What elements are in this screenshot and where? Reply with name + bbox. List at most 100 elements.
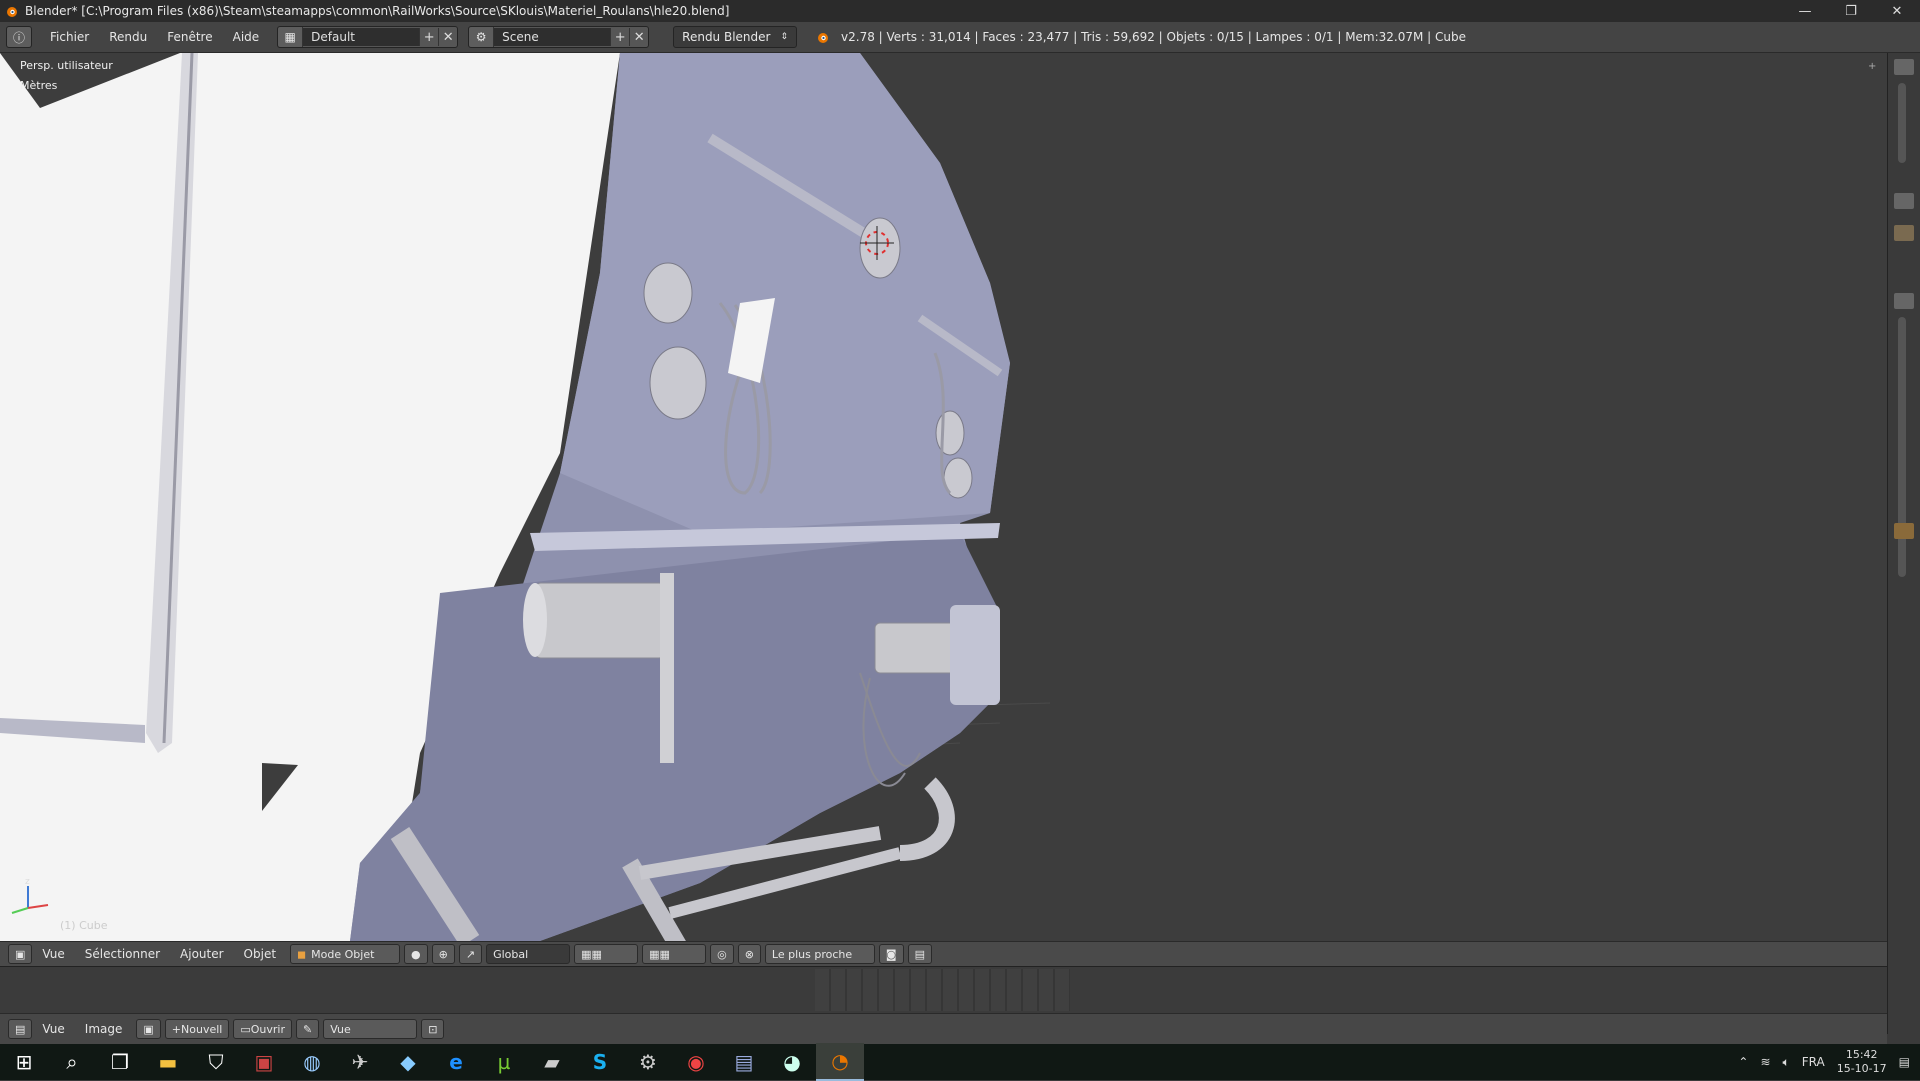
layout-selector[interactable]: ▦ Default + ✕ bbox=[277, 26, 459, 48]
system-tray: ⌃ ≋ 🔈︎ FRA 15:42 15-10-17 ▤ bbox=[1732, 1044, 1920, 1080]
editor-type-image-button[interactable]: ▤ bbox=[8, 1019, 33, 1039]
object-tab-icon[interactable] bbox=[1894, 523, 1914, 539]
3d-viewport[interactable]: z Persp. utilisateur Mètres (1) Cube + bbox=[0, 53, 1887, 941]
region-expand-icon[interactable]: + bbox=[1868, 61, 1880, 73]
menu-image-vue[interactable]: Vue bbox=[32, 1022, 74, 1036]
add-scene-button[interactable]: + bbox=[610, 28, 629, 46]
taskbar-explorer[interactable]: ▬ bbox=[144, 1044, 192, 1080]
buffer-beam bbox=[350, 533, 1000, 941]
editor-type-selector[interactable]: ⓘ bbox=[6, 26, 32, 48]
object-mode-icon: ◼ bbox=[297, 947, 307, 961]
taskbar-chrome[interactable]: ◉ bbox=[672, 1044, 720, 1080]
taskbar-app-6[interactable]: ▤ bbox=[720, 1044, 768, 1080]
menu-vue[interactable]: Vue bbox=[32, 947, 74, 961]
task-view-button[interactable]: ❐ bbox=[96, 1044, 144, 1080]
window-title: Blender* [C:\Program Files (x86)\Steam\s… bbox=[25, 4, 730, 18]
shading-selector[interactable]: ● bbox=[404, 944, 428, 964]
manipulator-toggle[interactable]: ↗ bbox=[458, 944, 483, 964]
view-mode-label: Vue bbox=[330, 1022, 351, 1036]
remove-scene-button[interactable]: ✕ bbox=[629, 28, 648, 46]
app-icon-6: ▤ bbox=[734, 1050, 754, 1074]
add-layout-button[interactable]: + bbox=[419, 28, 438, 46]
layout-icon: ▦ bbox=[278, 27, 304, 47]
mode-label: Mode Objet bbox=[311, 947, 375, 961]
new-image-label: Nouvell bbox=[181, 1022, 223, 1036]
taskbar-settings[interactable]: ⚙ bbox=[624, 1044, 672, 1080]
proportional-icon: ◎ bbox=[717, 947, 727, 961]
app-icon-5: ▰ bbox=[544, 1050, 560, 1074]
app-icon-4: ◆ bbox=[400, 1050, 416, 1074]
pivot-icon: ⊕ bbox=[438, 947, 448, 961]
proportional-edit-button[interactable]: ◎ bbox=[710, 944, 734, 964]
buffer-right-plate bbox=[950, 605, 1000, 705]
render-animation-button[interactable]: ▤ bbox=[907, 944, 932, 964]
render-tab-icon[interactable] bbox=[1894, 225, 1914, 241]
solid-shading-icon: ● bbox=[411, 947, 421, 961]
menu-fichier[interactable]: Fichier bbox=[40, 30, 99, 44]
volume-icon[interactable]: 🔈︎ bbox=[1783, 1055, 1790, 1070]
pin-button[interactable]: ✎ bbox=[296, 1019, 320, 1039]
image-editor-icon: ▤ bbox=[15, 1022, 26, 1036]
taskbar-blender[interactable]: ◔ bbox=[816, 1043, 864, 1081]
menu-rendu[interactable]: Rendu bbox=[99, 30, 157, 44]
scene-name-field[interactable]: Scene bbox=[494, 28, 611, 46]
taskbar-steam[interactable]: ◕ bbox=[768, 1044, 816, 1080]
menu-aide[interactable]: Aide bbox=[223, 30, 270, 44]
taskbar-app-4[interactable]: ◆ bbox=[384, 1044, 432, 1080]
start-button[interactable]: ⊞ bbox=[0, 1044, 48, 1080]
editor-type-3d-button[interactable]: ▣ bbox=[8, 944, 33, 964]
taskbar-skype[interactable]: S bbox=[576, 1044, 624, 1080]
remove-layout-button[interactable]: ✕ bbox=[438, 28, 457, 46]
taskbar-store[interactable]: ⛉ bbox=[192, 1044, 240, 1080]
menu-objet[interactable]: Objet bbox=[234, 947, 286, 961]
snap-target-selector[interactable]: Le plus proche bbox=[764, 944, 875, 964]
layers-grid-2[interactable]: ▦▦ bbox=[642, 944, 707, 964]
menu-image[interactable]: Image bbox=[75, 1022, 133, 1036]
open-image-button[interactable]: ▭ Ouvrir bbox=[233, 1019, 292, 1039]
taskbar-app-2[interactable]: ◍ bbox=[288, 1044, 336, 1080]
taskbar-app-1[interactable]: ▣ bbox=[240, 1044, 288, 1080]
snap-toggle[interactable]: ⊗ bbox=[737, 944, 761, 964]
taskbar-app-5[interactable]: ▰ bbox=[528, 1044, 576, 1080]
render-preview-button[interactable]: ◙ bbox=[878, 944, 904, 964]
orientation-selector[interactable]: Global bbox=[486, 944, 571, 964]
action-center-icon[interactable]: ▤ bbox=[1899, 1055, 1910, 1069]
network-icon[interactable]: ≋ bbox=[1760, 1055, 1770, 1069]
taskbar-utorrent[interactable]: µ bbox=[480, 1044, 528, 1080]
layers-grid[interactable]: ▦▦ bbox=[574, 944, 639, 964]
search-button[interactable]: ⌕ bbox=[48, 1044, 96, 1080]
outliner-icon[interactable] bbox=[1894, 59, 1914, 75]
manipulator-icon: ↗ bbox=[465, 947, 476, 961]
store-icon: ⛉ bbox=[208, 1050, 224, 1074]
view-mode-selector[interactable]: Vue bbox=[323, 1019, 418, 1039]
pivot-image-button[interactable]: ⊡ bbox=[421, 1019, 445, 1039]
new-image-button[interactable]: + Nouvell bbox=[164, 1019, 230, 1039]
blender-logo-icon bbox=[818, 33, 829, 43]
outliner-scrollbar[interactable] bbox=[1898, 83, 1906, 163]
orientation-label: Global bbox=[493, 947, 529, 961]
restore-button[interactable]: ❐ bbox=[1828, 0, 1874, 22]
scroll-arrows-icon[interactable] bbox=[1894, 293, 1914, 309]
image-editor-area[interactable] bbox=[0, 966, 1887, 1013]
taskbar-edge[interactable]: e bbox=[432, 1044, 480, 1080]
clock[interactable]: 15:42 15-10-17 bbox=[1837, 1048, 1887, 1076]
mode-selector[interactable]: ◼ Mode Objet bbox=[290, 944, 401, 964]
pivot-selector[interactable]: ⊕ bbox=[431, 944, 455, 964]
close-button[interactable]: ✕ bbox=[1874, 0, 1920, 22]
render-engine-selector[interactable]: Rendu Blender ⇕ bbox=[673, 26, 798, 48]
image-browse-button[interactable]: ▣ bbox=[136, 1019, 161, 1039]
windows-taskbar: ⊞ ⌕ ❐ ▬ ⛉ ▣ ◍ ✈ ◆ e µ ▰ S ⚙ ◉ ▤ ◕ ◔ ⌃ ≋ … bbox=[0, 1043, 1920, 1081]
minimize-button[interactable]: — bbox=[1782, 0, 1828, 22]
3d-view-header: ▣ Vue Sélectionner Ajouter Objet ◼ Mode … bbox=[0, 941, 1887, 966]
menu-selectionner[interactable]: Sélectionner bbox=[75, 947, 170, 961]
properties-icon[interactable] bbox=[1894, 193, 1914, 209]
layout-name-field[interactable]: Default bbox=[303, 28, 420, 46]
tray-chevron-icon[interactable]: ⌃ bbox=[1738, 1055, 1748, 1069]
scene-selector[interactable]: ⚙ Scene + ✕ bbox=[468, 26, 650, 48]
taskbar-app-3[interactable]: ✈ bbox=[336, 1044, 384, 1080]
menu-fenetre[interactable]: Fenêtre bbox=[157, 30, 222, 44]
properties-sidebar bbox=[1887, 53, 1920, 1034]
language-indicator[interactable]: FRA bbox=[1802, 1055, 1825, 1069]
menu-ajouter[interactable]: Ajouter bbox=[170, 947, 234, 961]
app-icon-2: ◍ bbox=[303, 1050, 321, 1074]
